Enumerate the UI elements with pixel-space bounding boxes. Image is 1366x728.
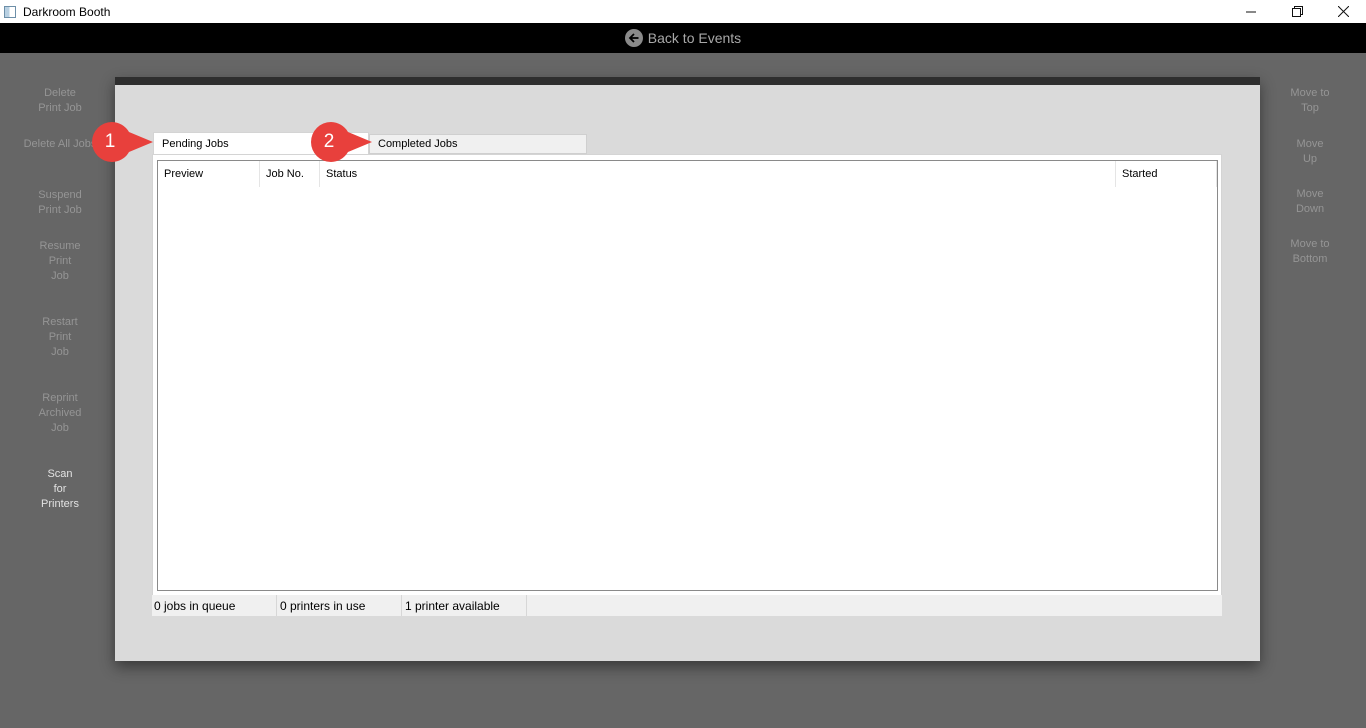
callout-marker-1: 1 [91,121,153,163]
scan-for-printers-button[interactable]: Scan for Printers [0,467,120,512]
jobs-table[interactable]: Preview Job No. Status Started [157,160,1218,591]
move-up-button[interactable]: Move Up [1250,137,1366,167]
tab-completed-jobs[interactable]: Completed Jobs [369,134,587,154]
window-controls [1228,0,1366,23]
callout-number-2: 2 [323,131,335,152]
column-header-started[interactable]: Started [1116,161,1217,187]
pending-jobs-panel: Preview Job No. Status Started [152,154,1222,596]
close-icon[interactable] [1320,0,1366,23]
window-title: Darkroom Booth [23,4,111,19]
back-to-events-button[interactable]: Back to Events [624,29,742,47]
move-to-top-button[interactable]: Move to Top [1250,86,1366,116]
column-header-job-no[interactable]: Job No. [260,161,320,187]
move-to-bottom-button[interactable]: Move to Bottom [1250,237,1366,267]
print-queue-dialog: Pending Jobs Completed Jobs Preview Job … [115,77,1260,661]
reprint-archived-job-button[interactable]: Reprint Archived Job [0,391,120,436]
status-jobs-in-queue: 0 jobs in queue [152,595,277,616]
move-down-button[interactable]: Move Down [1250,187,1366,217]
column-header-status[interactable]: Status [320,161,1116,187]
app-icon [4,5,16,18]
callout-number-1: 1 [104,131,116,152]
status-bar: 0 jobs in queue 0 printers in use 1 prin… [152,595,1222,616]
resume-print-job-button[interactable]: Resume Print Job [0,239,120,284]
restart-print-job-button[interactable]: Restart Print Job [0,315,120,360]
suspend-print-job-button[interactable]: Suspend Print Job [0,188,120,218]
back-to-events-label: Back to Events [647,30,742,46]
delete-print-job-button[interactable]: Delete Print Job [0,86,120,116]
column-header-preview[interactable]: Preview [158,161,260,187]
minimize-icon[interactable] [1228,0,1274,23]
restore-icon[interactable] [1274,0,1320,23]
status-printers-in-use: 0 printers in use [277,595,402,616]
status-printers-available: 1 printer available [402,595,527,616]
callout-marker-2: 2 [310,121,372,163]
top-navbar: Back to Events [0,23,1366,53]
window-titlebar: Darkroom Booth [0,0,1366,23]
arrow-left-circle-icon [624,29,643,47]
